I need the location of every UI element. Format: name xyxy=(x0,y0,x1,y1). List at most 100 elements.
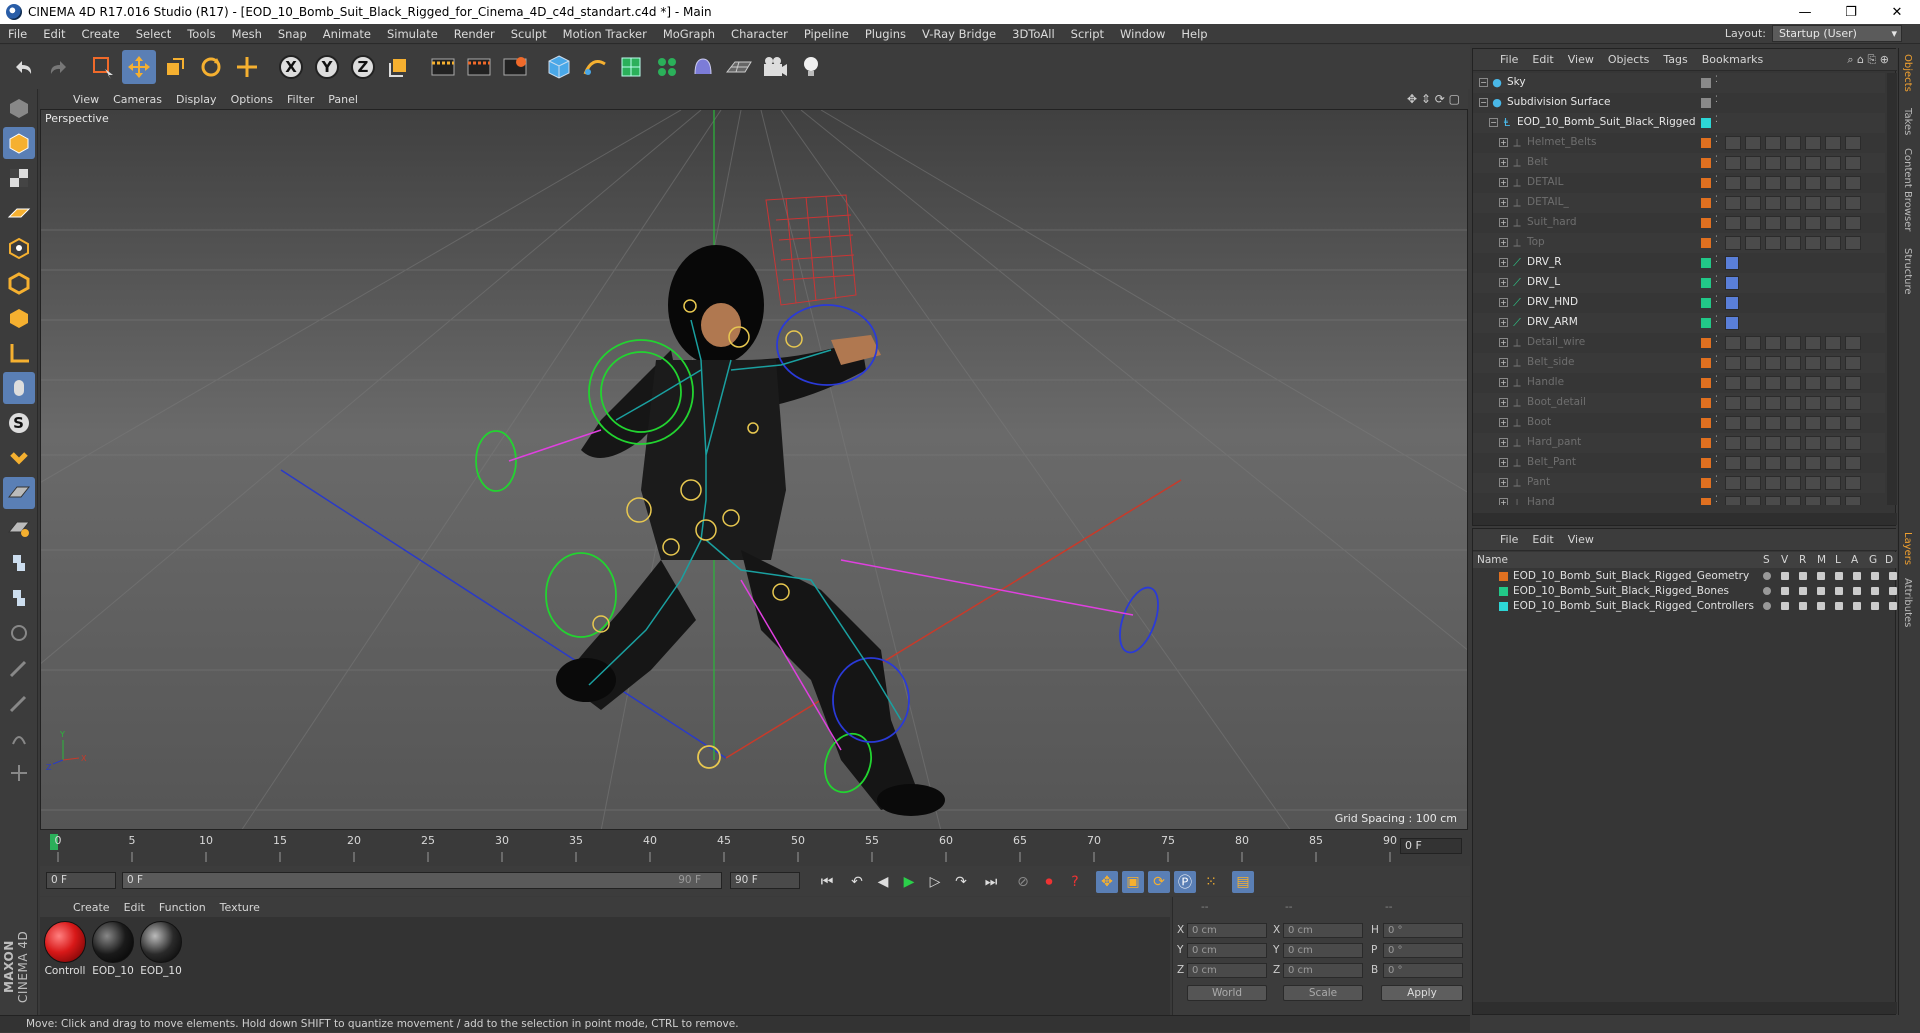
tag-icon[interactable] xyxy=(1825,136,1841,150)
lock-icon[interactable] xyxy=(1835,572,1843,580)
pen-spline-icon[interactable] xyxy=(578,50,612,84)
generator-icon[interactable] xyxy=(1871,572,1879,580)
y-axis-icon[interactable]: Y xyxy=(310,50,344,84)
tag-icon[interactable] xyxy=(1725,476,1741,490)
object-name[interactable]: Hard_pant xyxy=(1527,436,1581,448)
rotation-b-field[interactable]: 0 ° xyxy=(1383,963,1463,978)
visibility-dots-icon[interactable]: ⁚ xyxy=(1715,155,1718,165)
key-position-icon[interactable]: ✥ xyxy=(1096,871,1118,893)
tab-objects[interactable]: Objects xyxy=(1902,54,1913,92)
menu-sculpt[interactable]: Sculpt xyxy=(503,27,555,41)
object-row[interactable]: + ⟂ Detail_wire ⁚ xyxy=(1473,333,1885,353)
tag-icon[interactable] xyxy=(1825,496,1841,505)
object-manager-vscrollbar[interactable] xyxy=(1887,73,1897,505)
visibility-dots-icon[interactable]: ⁚ xyxy=(1715,475,1718,485)
world-coordinates-icon[interactable] xyxy=(382,50,416,84)
objects-menu-objects[interactable]: Objects xyxy=(1601,53,1657,66)
object-name[interactable]: Top xyxy=(1527,236,1545,248)
tag-icon[interactable] xyxy=(1785,216,1801,230)
tag-icon[interactable] xyxy=(1765,436,1781,450)
tag-icon[interactable] xyxy=(1725,396,1741,410)
tag-icon[interactable] xyxy=(1765,176,1781,190)
visibility-dots-icon[interactable]: ⁚ xyxy=(1715,395,1718,405)
visibility-dots-icon[interactable]: ⁚ xyxy=(1715,75,1718,85)
lock-icon[interactable] xyxy=(1835,602,1843,610)
object-tags[interactable] xyxy=(1725,176,1865,190)
objects-menu-tags[interactable]: Tags xyxy=(1656,53,1694,66)
layer-color-swatch[interactable] xyxy=(1499,602,1508,611)
tag-icon[interactable] xyxy=(1785,176,1801,190)
object-row[interactable]: + ⟂ Helmet_Belts ⁚ xyxy=(1473,133,1885,153)
tag-icon[interactable] xyxy=(1725,336,1741,350)
layer-color-swatch[interactable] xyxy=(1701,378,1711,388)
object-row[interactable]: + ⟂ Pant ⁚ xyxy=(1473,473,1885,493)
object-tags[interactable] xyxy=(1725,436,1865,450)
layer-color-swatch[interactable] xyxy=(1701,178,1711,188)
object-name[interactable]: Belt_Pant xyxy=(1527,456,1576,468)
points-mode-icon[interactable] xyxy=(3,232,35,264)
sketch-icon[interactable] xyxy=(3,652,35,684)
key-parameter-icon[interactable]: Ⓟ xyxy=(1174,871,1196,893)
size-mode-select[interactable]: Scale xyxy=(1283,985,1363,1001)
tag-icon[interactable] xyxy=(1845,416,1861,430)
visibility-dots-icon[interactable]: ⁚ xyxy=(1715,195,1718,205)
viewport-menu-panel[interactable]: Panel xyxy=(321,93,365,106)
visibility-dots-icon[interactable]: ⁚ xyxy=(1715,235,1718,245)
tag-icon[interactable] xyxy=(1785,236,1801,250)
tag-icon[interactable] xyxy=(1845,396,1861,410)
object-name[interactable]: Detail_wire xyxy=(1527,336,1585,348)
expand-toggle-icon[interactable]: + xyxy=(1499,458,1508,467)
object-row[interactable]: + ⟂ Boot_detail ⁚ xyxy=(1473,393,1885,413)
redo-icon[interactable] xyxy=(42,50,76,84)
tag-icon[interactable] xyxy=(1825,416,1841,430)
visibility-dots-icon[interactable]: ⁚ xyxy=(1715,495,1718,505)
layer-col-animation[interactable]: A xyxy=(1851,554,1858,566)
layer-color-swatch[interactable] xyxy=(1701,438,1711,448)
layer-manager-hscrollbar[interactable] xyxy=(1473,1002,1897,1014)
viewport-menu-filter[interactable]: Filter xyxy=(280,93,321,106)
objects-menu-view[interactable]: View xyxy=(1561,53,1601,66)
brush-icon[interactable] xyxy=(3,687,35,719)
autokey-icon[interactable]: ? xyxy=(1064,871,1086,893)
tag-icon[interactable] xyxy=(1825,456,1841,470)
visibility-dots-icon[interactable]: ⁚ xyxy=(1715,455,1718,465)
timeline-window-icon[interactable]: ▤ xyxy=(1232,871,1254,893)
layer-col-manager[interactable]: M xyxy=(1817,554,1826,566)
layer-color-swatch[interactable] xyxy=(1499,572,1508,581)
tag-icon[interactable] xyxy=(1845,216,1861,230)
python-icon[interactable] xyxy=(3,547,35,579)
viewport-menu-view[interactable]: View xyxy=(66,93,106,106)
tag-icon[interactable] xyxy=(1745,416,1761,430)
deformer-icon[interactable] xyxy=(1889,587,1897,595)
expand-toggle-icon[interactable]: + xyxy=(1499,238,1508,247)
tab-layers[interactable]: Layers xyxy=(1902,532,1913,565)
layer-col-render[interactable]: R xyxy=(1799,554,1806,566)
expand-toggle-icon[interactable]: + xyxy=(1499,198,1508,207)
tag-icon[interactable] xyxy=(1765,476,1781,490)
tag-icon[interactable] xyxy=(1845,136,1861,150)
tag-icon[interactable] xyxy=(1765,236,1781,250)
axis-mode-icon[interactable] xyxy=(3,337,35,369)
visibility-dots-icon[interactable]: ⁚ xyxy=(1715,255,1718,265)
tag-icon[interactable] xyxy=(1765,376,1781,390)
tab-attributes[interactable]: Attributes xyxy=(1902,578,1913,627)
layout-select[interactable]: Startup (User) xyxy=(1772,25,1902,42)
tag-icon[interactable] xyxy=(1805,176,1821,190)
tag-icon[interactable] xyxy=(1805,156,1821,170)
object-row[interactable]: + ⟂ Handle ⁚ xyxy=(1473,373,1885,393)
menu-plugins[interactable]: Plugins xyxy=(857,27,914,41)
go-to-start-icon[interactable]: ⏮ xyxy=(816,871,838,893)
object-name[interactable]: Sky xyxy=(1507,76,1526,88)
object-tags[interactable] xyxy=(1725,416,1865,430)
current-frame-field[interactable]: 0 F xyxy=(1400,838,1462,854)
layer-row[interactable]: EOD_10_Bomb_Suit_Black_Rigged_Bones xyxy=(1473,584,1897,599)
tag-icon[interactable] xyxy=(1825,356,1841,370)
key-pla-icon[interactable]: ⁙ xyxy=(1200,871,1222,893)
object-name[interactable]: DRV_L xyxy=(1527,276,1560,288)
tag-icon[interactable] xyxy=(1765,416,1781,430)
tag-icon[interactable] xyxy=(1745,196,1761,210)
visibility-dots-icon[interactable]: ⁚ xyxy=(1715,135,1718,145)
object-name[interactable]: Pant xyxy=(1527,476,1550,488)
layer-color-swatch[interactable] xyxy=(1701,78,1711,88)
tag-icon[interactable] xyxy=(1745,216,1761,230)
